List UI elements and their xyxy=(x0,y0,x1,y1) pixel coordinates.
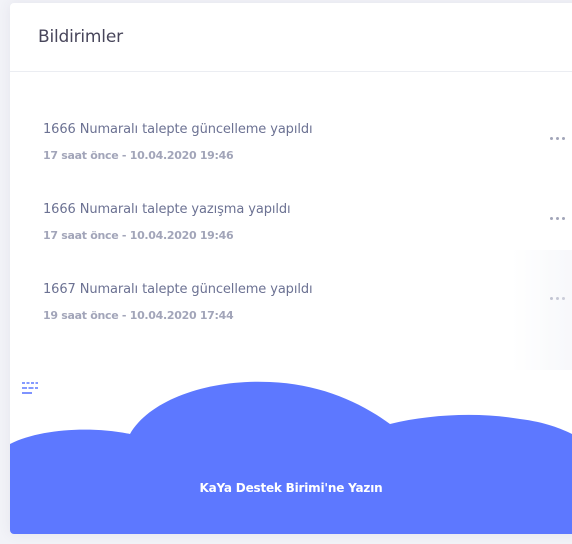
notification-item[interactable]: 1666 Numaralı talepte yazışma yapıldı 17… xyxy=(10,201,572,281)
notification-item[interactable]: 1667 Numaralı talepte güncelleme yapıldı… xyxy=(10,281,572,361)
footer-cloud: KaYa Destek Birimi'ne Yazın xyxy=(10,374,572,534)
card-header: Bildirimler xyxy=(10,3,572,72)
scroll-fade xyxy=(512,250,572,370)
card-title: Bildirimler xyxy=(38,27,123,47)
notification-time: 19 saat önce - 10.04.2020 17:44 xyxy=(43,309,234,322)
envelope-icon xyxy=(10,376,50,416)
notification-text[interactable]: 1666 Numaralı talepte güncelleme yapıldı xyxy=(43,121,572,139)
contact-support-link[interactable]: KaYa Destek Birimi'ne Yazın xyxy=(10,481,572,495)
notification-item[interactable]: 1666 Numaralı talepte güncelleme yapıldı… xyxy=(10,121,572,201)
more-horizontal-icon[interactable] xyxy=(550,211,565,226)
notification-text[interactable]: 1666 Numaralı talepte yazışma yapıldı xyxy=(43,201,572,219)
notification-text[interactable]: 1667 Numaralı talepte güncelleme yapıldı xyxy=(43,281,572,299)
notification-list: 1666 Numaralı talepte güncelleme yapıldı… xyxy=(10,121,572,361)
notification-time: 17 saat önce - 10.04.2020 19:46 xyxy=(43,229,234,242)
notification-time: 17 saat önce - 10.04.2020 19:46 xyxy=(43,149,234,162)
notifications-card: Bildirimler 1666 Numaralı talepte güncel… xyxy=(10,3,572,534)
more-horizontal-icon[interactable] xyxy=(550,131,565,146)
cloud-shape xyxy=(10,381,572,534)
